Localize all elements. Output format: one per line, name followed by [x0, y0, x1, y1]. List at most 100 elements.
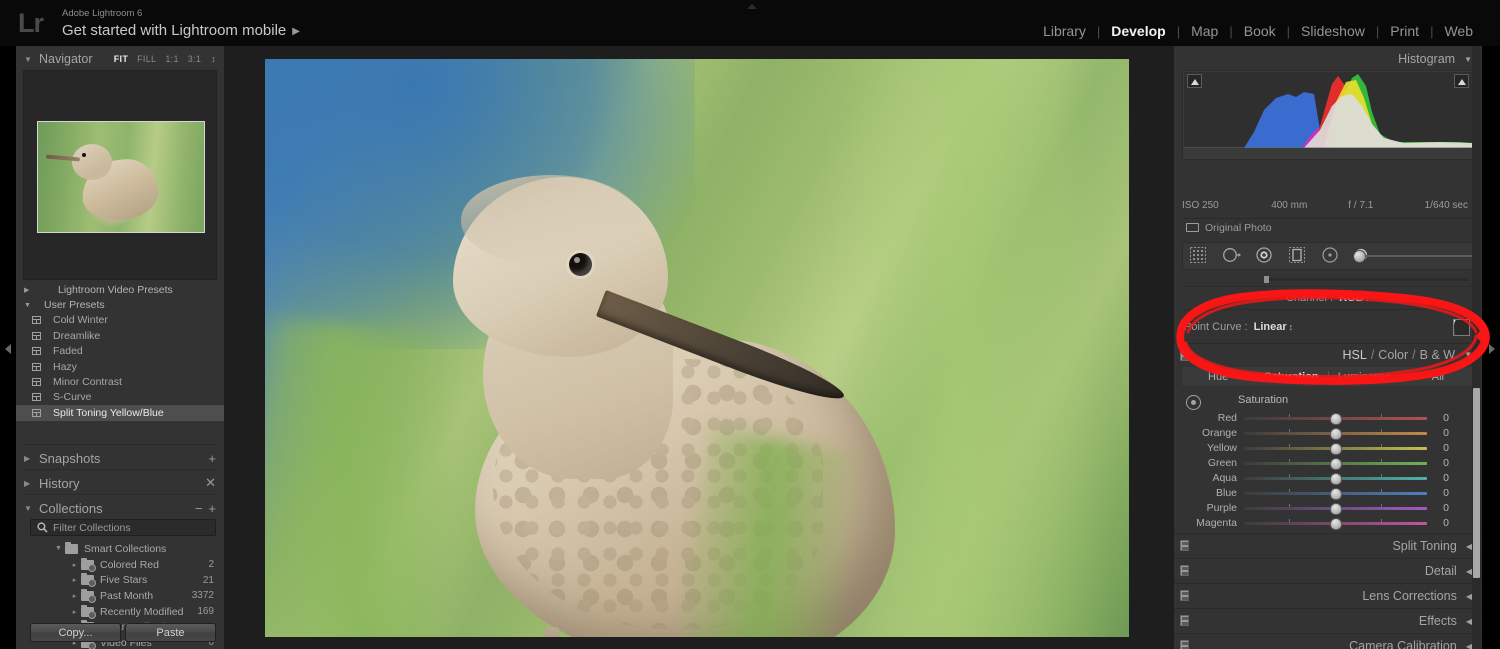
lens-corrections-switch-icon[interactable]: [1180, 590, 1189, 601]
slider-track[interactable]: [1244, 487, 1427, 500]
red-eye-correction-tool-icon[interactable]: [1255, 246, 1275, 266]
tone-curve-range-bar[interactable]: [1182, 275, 1474, 283]
top-panel-collapse-arrow-icon[interactable]: [744, 1, 760, 11]
histogram-twisty-icon[interactable]: ▼: [1464, 55, 1472, 64]
collection-item-past-month[interactable]: ▸ Past Month 3372: [16, 588, 224, 604]
split-toning-switch-icon[interactable]: [1180, 540, 1189, 551]
history-panel-header[interactable]: ▶ History ✕: [16, 472, 224, 494]
hsl-tab-color[interactable]: Color: [1378, 348, 1408, 362]
filter-collections-input[interactable]: Filter Collections: [30, 519, 216, 536]
snapshots-twisty-icon[interactable]: ▶: [24, 454, 32, 463]
preset-group-lightroom-video-presets[interactable]: ▶ Lightroom Video Presets: [16, 282, 224, 297]
slider-value[interactable]: 0: [1427, 412, 1463, 424]
slider-value[interactable]: 0: [1427, 457, 1463, 469]
point-curve-value-dropdown[interactable]: Linear ↕: [1254, 321, 1294, 333]
navigator-panel-header[interactable]: ▼ Navigator FIT FILL 1:1 3:1 ↕: [16, 48, 224, 70]
histogram-panel-header[interactable]: Histogram ▼: [1174, 48, 1482, 70]
navigator-preview[interactable]: [23, 70, 217, 280]
slider-track[interactable]: [1244, 502, 1427, 515]
slider-handle[interactable]: [1329, 517, 1342, 530]
slider-value[interactable]: 0: [1427, 427, 1463, 439]
brush-size-handle[interactable]: [1353, 250, 1366, 263]
split-toning-panel-header[interactable]: Split Toning ◀: [1174, 533, 1482, 558]
slider-handle[interactable]: [1329, 487, 1342, 500]
lens-corrections-panel-header[interactable]: Lens Corrections ◀: [1174, 583, 1482, 608]
tone-curve-range-handle[interactable]: [1264, 276, 1269, 283]
add-snapshot-icon[interactable]: +: [208, 451, 216, 466]
slider-track[interactable]: [1244, 457, 1427, 470]
slider-value[interactable]: 0: [1427, 517, 1463, 529]
preset-item-cold-winter[interactable]: Cold Winter: [16, 313, 224, 328]
crop-overlay-tool-icon[interactable]: [1189, 246, 1209, 266]
hsl-tab-bw[interactable]: B & W: [1420, 348, 1455, 362]
preset-group-user-presets[interactable]: ▼ User Presets: [16, 297, 224, 312]
module-print[interactable]: Print: [1379, 22, 1430, 40]
history-twisty-icon[interactable]: ▶: [24, 479, 32, 488]
hsl-mode-luminance[interactable]: Luminance: [1329, 371, 1401, 383]
hsl-tab-hsl[interactable]: HSL: [1342, 348, 1366, 362]
zoom-fit[interactable]: FIT: [114, 54, 128, 64]
preset-item-faded[interactable]: Faded: [16, 344, 224, 359]
effects-panel-header[interactable]: Effects ◀: [1174, 608, 1482, 633]
collection-twisty-icon[interactable]: ▸: [70, 608, 79, 616]
channel-value-dropdown[interactable]: RGB ↕: [1339, 292, 1370, 304]
hsl-mode-hue[interactable]: Hue: [1182, 371, 1254, 383]
identity-plate[interactable]: Adobe Lightroom 6 Get started with Light…: [62, 8, 300, 41]
edit-point-curve-icon[interactable]: [1453, 319, 1470, 336]
navigator-twisty-icon[interactable]: ▼: [24, 55, 32, 64]
collection-twisty-icon[interactable]: ▸: [70, 592, 79, 600]
collection-item-five-stars[interactable]: ▸ Five Stars 21: [16, 572, 224, 588]
module-slideshow[interactable]: Slideshow: [1290, 22, 1376, 40]
hsl-panel-switch-icon[interactable]: [1180, 350, 1189, 361]
preset-item-s-curve[interactable]: S-Curve: [16, 390, 224, 405]
paste-button[interactable]: Paste: [125, 623, 216, 642]
slider-track[interactable]: [1244, 412, 1427, 425]
right-panel-scrollbar[interactable]: [1472, 46, 1481, 649]
snapshots-panel-header[interactable]: ▶ Snapshots +: [16, 447, 224, 469]
photo-preview[interactable]: [265, 59, 1129, 637]
add-collection-icon[interactable]: +: [208, 501, 216, 516]
slider-value[interactable]: 0: [1427, 487, 1463, 499]
module-map[interactable]: Map: [1180, 22, 1229, 40]
zoom-1-1[interactable]: 1:1: [165, 54, 178, 64]
remove-collection-icon[interactable]: −: [195, 501, 203, 516]
zoom-3-1[interactable]: 3:1: [188, 54, 201, 64]
collections-panel-header[interactable]: ▼ Collections − +: [16, 497, 224, 519]
slider-handle[interactable]: [1329, 502, 1342, 515]
targeted-adjustment-tool-icon[interactable]: [1186, 395, 1201, 410]
point-curve-stepper-icon[interactable]: ↕: [1289, 322, 1294, 332]
camera-calibration-switch-icon[interactable]: [1180, 640, 1189, 649]
preset-item-split-toning-yellow-blue[interactable]: Split Toning Yellow/Blue: [16, 405, 224, 421]
right-panel-collapse-arrow-icon[interactable]: [1487, 341, 1497, 357]
slider-value[interactable]: 0: [1427, 442, 1463, 454]
hsl-twisty-icon[interactable]: ▼: [1464, 350, 1472, 359]
effects-switch-icon[interactable]: [1180, 615, 1189, 626]
collection-twisty-icon[interactable]: ▸: [70, 576, 79, 584]
zoom-stepper-icon[interactable]: ↕: [211, 54, 216, 64]
right-panel-scrollbar-thumb[interactable]: [1473, 388, 1480, 578]
collections-twisty-icon[interactable]: ▼: [24, 504, 32, 513]
original-photo-row[interactable]: Original Photo: [1182, 218, 1474, 236]
module-develop[interactable]: Develop: [1100, 22, 1176, 40]
user-presets-twisty-icon[interactable]: ▼: [24, 302, 34, 309]
brush-size-slider[interactable]: [1353, 250, 1479, 263]
preset-item-hazy[interactable]: Hazy: [16, 359, 224, 374]
slider-track[interactable]: [1244, 427, 1427, 440]
slider-value[interactable]: 0: [1427, 472, 1463, 484]
slider-handle[interactable]: [1329, 457, 1342, 470]
shadow-clipping-indicator[interactable]: [1187, 74, 1202, 88]
camera-calibration-panel-header[interactable]: Camera Calibration ◀: [1174, 633, 1482, 649]
navigator-thumbnail[interactable]: [37, 121, 205, 233]
collection-item-recently-modified[interactable]: ▸ Recently Modified 169: [16, 604, 224, 620]
slider-handle[interactable]: [1329, 412, 1342, 425]
clear-history-icon[interactable]: ✕: [205, 475, 216, 491]
video-presets-twisty-icon[interactable]: ▶: [24, 286, 34, 294]
preset-item-minor-contrast[interactable]: Minor Contrast: [16, 374, 224, 389]
copy-button[interactable]: Copy...: [30, 623, 121, 642]
slider-track[interactable]: [1244, 442, 1427, 455]
identity-plate-arrow-icon[interactable]: ▶: [292, 26, 300, 37]
graduated-filter-tool-icon[interactable]: [1288, 246, 1308, 266]
smart-collections-twisty-icon[interactable]: ▼: [54, 545, 63, 552]
identity-plate-text[interactable]: Get started with Lightroom mobile ▶: [62, 21, 300, 41]
slider-value[interactable]: 0: [1427, 502, 1463, 514]
